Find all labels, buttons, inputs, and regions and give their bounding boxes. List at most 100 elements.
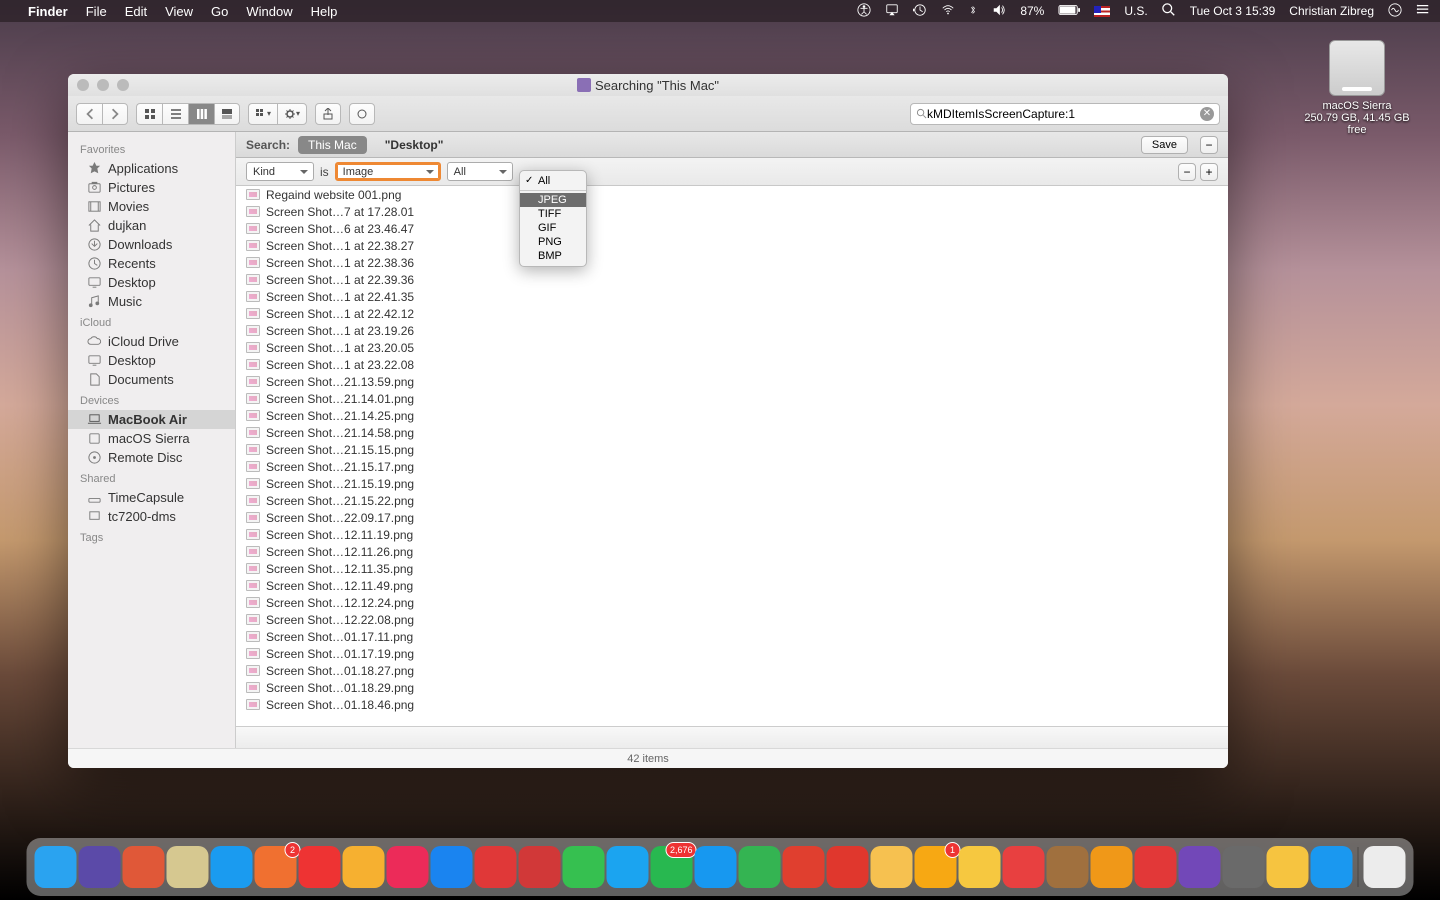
sidebar-item-applications[interactable]: Applications	[68, 159, 235, 178]
file-row[interactable]: Screen Shot…12.11.35.png	[236, 560, 1228, 577]
menu-help[interactable]: Help	[311, 4, 338, 19]
dock-app[interactable]	[1003, 846, 1045, 888]
sidebar-item-remote-disc[interactable]: Remote Disc	[68, 448, 235, 467]
criteria-value-select[interactable]: Image	[335, 162, 441, 181]
dock-app[interactable]	[1135, 846, 1177, 888]
dock-app[interactable]	[827, 846, 869, 888]
dock-app[interactable]	[1223, 846, 1265, 888]
user-name[interactable]: Christian Zibreg	[1289, 4, 1374, 18]
notification-center-icon[interactable]	[1416, 3, 1430, 20]
dock-app[interactable]	[1179, 846, 1221, 888]
dock-app[interactable]	[35, 846, 77, 888]
dock-app[interactable]	[431, 846, 473, 888]
view-coverflow-button[interactable]	[214, 103, 240, 125]
dock-app[interactable]	[167, 846, 209, 888]
sidebar-item-macbook[interactable]: MacBook Air	[68, 410, 235, 429]
dock-app[interactable]	[959, 846, 1001, 888]
dock-app[interactable]: 2,676	[651, 846, 693, 888]
criteria-format-select[interactable]: All	[447, 162, 513, 181]
dock-app[interactable]	[343, 846, 385, 888]
sidebar-item-documents[interactable]: Documents	[68, 370, 235, 389]
search-input[interactable]	[927, 107, 1200, 121]
airplay-icon[interactable]	[885, 3, 899, 20]
dock-app[interactable]	[79, 846, 121, 888]
file-row[interactable]: Screen Shot…1 at 22.41.35	[236, 288, 1228, 305]
format-option-jpeg[interactable]: JPEG	[520, 193, 586, 207]
sidebar-item-recents[interactable]: Recents	[68, 254, 235, 273]
file-row[interactable]: Screen Shot…12.11.19.png	[236, 526, 1228, 543]
dock-app[interactable]	[1364, 846, 1406, 888]
battery-icon[interactable]	[1058, 4, 1080, 19]
path-bar[interactable]	[236, 726, 1228, 748]
bluetooth-icon[interactable]	[969, 3, 978, 20]
dock-app[interactable]	[123, 846, 165, 888]
format-option-png[interactable]: PNG	[520, 235, 586, 249]
file-row[interactable]: Screen Shot…01.17.19.png	[236, 645, 1228, 662]
file-row[interactable]: Screen Shot…21.14.58.png	[236, 424, 1228, 441]
file-row[interactable]: Regaind website 001.png	[236, 186, 1228, 203]
siri-icon[interactable]	[1388, 3, 1402, 20]
sidebar-item-volume[interactable]: macOS Sierra	[68, 429, 235, 448]
dock-app[interactable]	[1091, 846, 1133, 888]
view-list-button[interactable]	[162, 103, 188, 125]
sidebar-item-downloads[interactable]: Downloads	[68, 235, 235, 254]
file-row[interactable]: Screen Shot…12.22.08.png	[236, 611, 1228, 628]
file-row[interactable]: Screen Shot…12.12.24.png	[236, 594, 1228, 611]
forward-button[interactable]	[102, 103, 128, 125]
criteria-remove-button[interactable]: −	[1178, 163, 1196, 181]
file-row[interactable]: Screen Shot…21.14.01.png	[236, 390, 1228, 407]
tags-button[interactable]	[349, 103, 375, 125]
sidebar-item-icloud-desktop[interactable]: Desktop	[68, 351, 235, 370]
file-row[interactable]: Screen Shot…1 at 23.20.05	[236, 339, 1228, 356]
dock-app[interactable]	[387, 846, 429, 888]
file-list[interactable]: Regaind website 001.pngScreen Shot…7 at …	[236, 186, 1228, 726]
save-search-button[interactable]: Save	[1141, 136, 1188, 154]
menu-go[interactable]: Go	[211, 4, 228, 19]
file-row[interactable]: Screen Shot…12.11.26.png	[236, 543, 1228, 560]
sidebar-item-music[interactable]: Music	[68, 292, 235, 311]
file-row[interactable]: Screen Shot…01.18.29.png	[236, 679, 1228, 696]
file-row[interactable]: Screen Shot…21.13.59.png	[236, 373, 1228, 390]
file-row[interactable]: Screen Shot…1 at 22.42.12	[236, 305, 1228, 322]
dock-app[interactable]	[695, 846, 737, 888]
minimize-button[interactable]	[97, 79, 109, 91]
sidebar-item-icloud-drive[interactable]: iCloud Drive	[68, 332, 235, 351]
timemachine-icon[interactable]	[913, 3, 927, 20]
dock-app[interactable]	[607, 846, 649, 888]
remove-criteria-button[interactable]: −	[1200, 136, 1218, 154]
desktop-drive-icon[interactable]: macOS Sierra 250.79 GB, 41.45 GB free	[1302, 40, 1412, 136]
menu-edit[interactable]: Edit	[125, 4, 147, 19]
file-row[interactable]: Screen Shot…1 at 22.38.36	[236, 254, 1228, 271]
file-row[interactable]: Screen Shot…1 at 23.19.26	[236, 322, 1228, 339]
view-icon-button[interactable]	[136, 103, 162, 125]
file-row[interactable]: Screen Shot…21.15.15.png	[236, 441, 1228, 458]
format-option-tiff[interactable]: TIFF	[520, 207, 586, 221]
file-row[interactable]: Screen Shot…21.15.22.png	[236, 492, 1228, 509]
file-row[interactable]: Screen Shot…01.18.27.png	[236, 662, 1228, 679]
dock-app[interactable]	[299, 846, 341, 888]
accessibility-icon[interactable]	[857, 3, 871, 20]
file-row[interactable]: Screen Shot…01.18.46.png	[236, 696, 1228, 713]
back-button[interactable]	[76, 103, 102, 125]
file-row[interactable]: Screen Shot…1 at 22.38.27	[236, 237, 1228, 254]
app-menu[interactable]: Finder	[28, 4, 68, 19]
file-row[interactable]: Screen Shot…21.14.25.png	[236, 407, 1228, 424]
zoom-button[interactable]	[117, 79, 129, 91]
sidebar-item-desktop[interactable]: Desktop	[68, 273, 235, 292]
view-column-button[interactable]	[188, 103, 214, 125]
dock-app[interactable]: 2	[255, 846, 297, 888]
sidebar-item-home[interactable]: dujkan	[68, 216, 235, 235]
dock-app[interactable]	[1047, 846, 1089, 888]
sidebar-item-pictures[interactable]: Pictures	[68, 178, 235, 197]
dock-app[interactable]	[519, 846, 561, 888]
action-button[interactable]: ▾	[277, 103, 307, 125]
file-row[interactable]: Screen Shot…01.17.11.png	[236, 628, 1228, 645]
dock-app[interactable]	[211, 846, 253, 888]
arrange-button[interactable]: ▾	[248, 103, 277, 125]
dock-app[interactable]	[1311, 846, 1353, 888]
format-option-bmp[interactable]: BMP	[520, 249, 586, 263]
criteria-attribute-select[interactable]: Kind	[246, 162, 314, 181]
dock-app[interactable]	[739, 846, 781, 888]
file-row[interactable]: Screen Shot…21.15.19.png	[236, 475, 1228, 492]
sidebar-item-movies[interactable]: Movies	[68, 197, 235, 216]
